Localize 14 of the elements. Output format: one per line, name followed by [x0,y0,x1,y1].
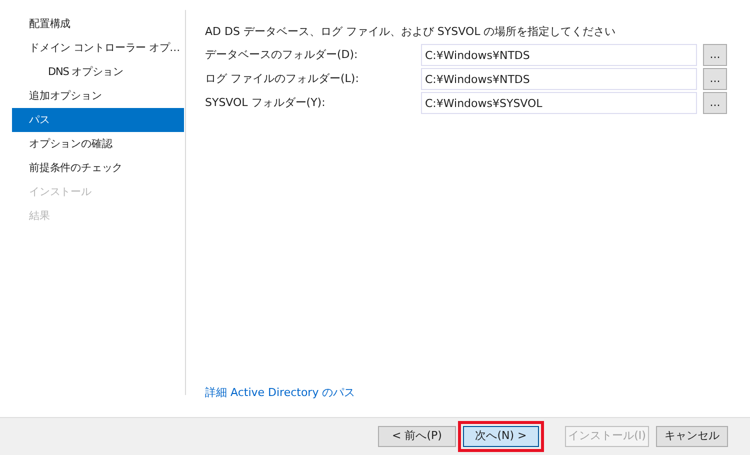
browse-button[interactable]: ... [703,92,727,114]
browse-button[interactable]: ... [703,68,727,90]
field-label: SYSVOL フォルダー(Y): [205,94,326,111]
path-field[interactable]: C:¥Windows¥SYSVOL [421,92,697,114]
field-label: ログ ファイルのフォルダー(L): [205,70,360,87]
instruction-text: AD DS データベース、ログ ファイル、および SYSVOL の場所を指定してください [205,24,617,40]
nav-item[interactable]: パス [12,108,184,132]
wizard-button[interactable]: キャンセル [656,426,728,447]
field-label: データベースのフォルダー(D): [205,46,359,63]
path-field[interactable]: C:¥Windows¥NTDS [421,68,697,90]
browse-button[interactable]: ... [703,44,727,66]
path-field[interactable]: C:¥Windows¥NTDS [421,44,697,66]
wizard-button[interactable]: < 前へ(P) [378,426,456,447]
advanced-paths-link[interactable]: 詳細 Active Directory のパス [205,386,356,398]
